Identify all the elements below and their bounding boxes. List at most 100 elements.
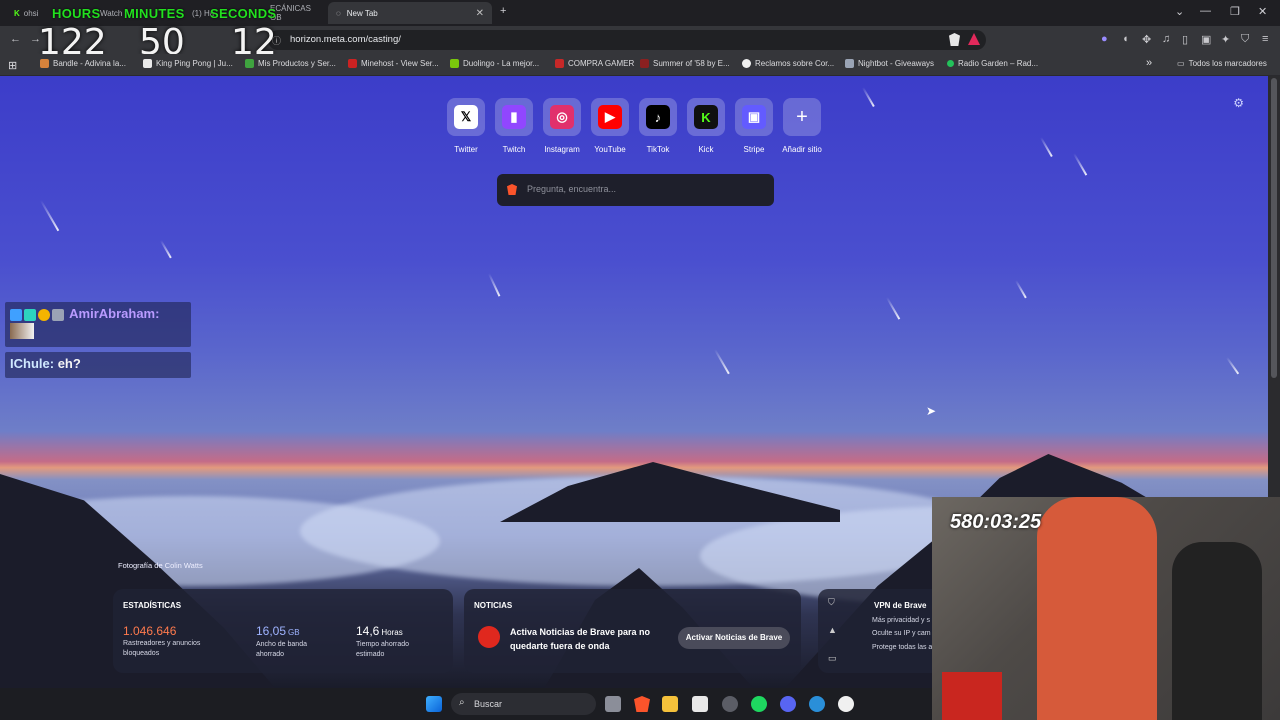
steam-icon[interactable]	[722, 696, 738, 712]
photo-credit: Fotografía de Colin Watts	[118, 561, 203, 570]
bookmark-favicon-icon	[245, 59, 254, 68]
stats-card: ESTADÍSTICAS 1.046.646 Rastreadores y an…	[113, 589, 453, 673]
meteor-streak	[1226, 357, 1239, 375]
top-site-tiktok[interactable]: ♪ TikTok	[639, 98, 677, 154]
brave-rewards-icon[interactable]	[968, 33, 980, 45]
leo-icon[interactable]: ●	[1101, 33, 1108, 45]
meteor-streak	[40, 200, 59, 232]
apps-icon[interactable]: ⊞	[8, 59, 17, 72]
windows-start-icon[interactable]	[426, 696, 442, 712]
bookmark-item[interactable]: COMPRA GAMER	[555, 59, 634, 68]
tab-label: Watch	[100, 8, 123, 18]
bookmark-item[interactable]: Duolingo - La mejor...	[450, 59, 539, 68]
taskbar-search-label: Buscar	[474, 699, 503, 709]
tab-strip: K ohsi Watch (1) Ha ECÁNICAS OB ◌ New Ta…	[0, 0, 1280, 26]
maximize-button[interactable]: ❐	[1230, 5, 1240, 18]
timer-minutes-label: MINUTES	[124, 6, 185, 21]
bookmark-item[interactable]: Radio Garden – Rad...	[947, 59, 1038, 68]
close-tab-icon[interactable]: ✕	[476, 8, 484, 19]
timer-seconds-label: SECONDS	[210, 6, 277, 21]
new-tab-button[interactable]: +	[500, 5, 506, 17]
top-site-twitter[interactable]: 𝕏 Twitter	[447, 98, 485, 154]
bookmark-favicon-icon	[143, 59, 152, 68]
minimize-button[interactable]: —	[1200, 5, 1211, 17]
extensions-icon[interactable]: ✥	[1142, 33, 1151, 46]
enable-news-button[interactable]: Activar Noticias de Brave	[678, 627, 790, 649]
webcam-timer: 580:03:25	[950, 511, 1042, 533]
task-view-icon[interactable]	[605, 696, 621, 712]
meteor-streak	[1073, 153, 1087, 176]
streamer-shirt	[1037, 497, 1157, 720]
media-icon[interactable]: ♫	[1162, 33, 1170, 45]
time-saved: 14,6 Horas	[356, 624, 403, 638]
screen-icon[interactable]: ▭	[828, 653, 837, 664]
spotify-icon[interactable]	[751, 696, 767, 712]
close-window-button[interactable]: ✕	[1258, 5, 1267, 18]
news-icon	[478, 626, 500, 648]
add-site-button[interactable]: + Añadir sitio	[782, 98, 822, 154]
gaming-chair	[1172, 542, 1262, 720]
brave-shields-icon[interactable]	[949, 33, 960, 46]
bookmarks-bar: ⊞ Bandle - Adivina la... King Ping Pong …	[0, 54, 1280, 76]
bookmark-item[interactable]: Nightbot - Giveaways	[845, 59, 934, 68]
brave-browser-icon[interactable]	[634, 696, 650, 712]
webcam-overlay: 580:03:25	[932, 497, 1280, 720]
back-icon[interactable]: ←	[10, 33, 21, 45]
vpn-icon[interactable]: ⛉	[1241, 33, 1249, 46]
sidebar-icon[interactable]: ▯	[1182, 33, 1188, 46]
news-text: Activa Noticias de Brave para no quedart…	[510, 627, 651, 651]
shield-icon[interactable]: ⛉	[828, 597, 835, 608]
bookmark-item[interactable]: Minehost - View Ser...	[348, 59, 439, 68]
refresh-app-icon[interactable]	[809, 696, 825, 712]
bookmark-item[interactable]: Mis Productos y Ser...	[245, 59, 336, 68]
tab-search-icon[interactable]: ⌄	[1175, 5, 1184, 18]
warning-icon[interactable]: ▲	[828, 625, 837, 635]
discord-icon[interactable]	[780, 696, 796, 712]
stripe-icon: ▣	[742, 105, 766, 129]
hammer-badge-icon	[52, 308, 64, 321]
bookmark-item[interactable]: Bandle - Adivina la...	[40, 59, 126, 68]
vpn-feature: Protege todas las a	[872, 644, 933, 651]
bookmark-item[interactable]: Reclamos sobre Cor...	[742, 59, 834, 68]
search-box[interactable]: Pregunta, encuentra...	[497, 174, 774, 206]
instagram-icon: ◎	[550, 105, 574, 129]
top-site-stripe[interactable]: ▣ Stripe	[735, 98, 773, 154]
tab-label: New Tab	[346, 8, 378, 18]
search-placeholder: Pregunta, encuentra...	[527, 184, 617, 194]
bookmark-favicon-icon	[555, 59, 564, 68]
skull-app-icon[interactable]	[838, 696, 854, 712]
chat-message: AmirAbraham:	[5, 302, 191, 347]
tab-new-tab[interactable]: ◌ New Tab ✕	[328, 2, 492, 24]
leo-ai-icon[interactable]: ✦	[1221, 33, 1230, 46]
file-explorer-icon[interactable]	[662, 696, 678, 712]
twitter-icon: 𝕏	[454, 105, 478, 129]
chat-username: AmirAbraham:	[69, 306, 160, 321]
obs-app-icon[interactable]	[692, 696, 708, 712]
tab-kick[interactable]: K ohsi	[6, 2, 50, 24]
bookmark-item[interactable]: King Ping Pong | Ju...	[143, 59, 233, 68]
bandwidth-saved: 16,05 GB	[256, 624, 300, 638]
chat-message: IChule: eh?	[5, 352, 191, 378]
bandwidth-desc: Ancho de banda ahorrado	[256, 641, 307, 658]
all-bookmarks-folder[interactable]: ▭ Todos los marcadores	[1177, 59, 1267, 68]
more-bookmarks-icon[interactable]: »	[1146, 57, 1152, 69]
plus-icon: +	[796, 105, 808, 128]
taskbar-search[interactable]: ⌕ Buscar	[451, 693, 596, 715]
news-card: NOTICIAS Activa Noticias de Brave para n…	[464, 589, 801, 673]
bookmark-item[interactable]: Summer of '58 by E...	[640, 59, 730, 68]
customize-settings-icon[interactable]: ⚙	[1233, 96, 1244, 110]
menu-icon[interactable]: ≡	[1262, 33, 1268, 45]
top-site-twitch[interactable]: ▮ Twitch	[495, 98, 533, 154]
vpn-title: VPN de Brave	[874, 601, 927, 610]
bookmark-favicon-icon	[450, 59, 459, 68]
bookmark-favicon-icon	[348, 59, 357, 68]
address-bar[interactable]: ⓘ horizon.meta.com/casting/	[268, 30, 986, 50]
top-site-youtube[interactable]: ▶ YouTube	[591, 98, 629, 154]
top-site-instagram[interactable]: ◎ Instagram	[543, 98, 581, 154]
wallet-icon[interactable]: ◖	[1122, 33, 1129, 45]
top-site-kick[interactable]: K Kick	[687, 98, 725, 154]
tiktok-icon: ♪	[646, 105, 670, 129]
scroll-thumb[interactable]	[1271, 78, 1277, 378]
wallet-card-icon[interactable]: ▣	[1201, 33, 1211, 46]
bookmark-favicon-icon	[40, 59, 49, 68]
